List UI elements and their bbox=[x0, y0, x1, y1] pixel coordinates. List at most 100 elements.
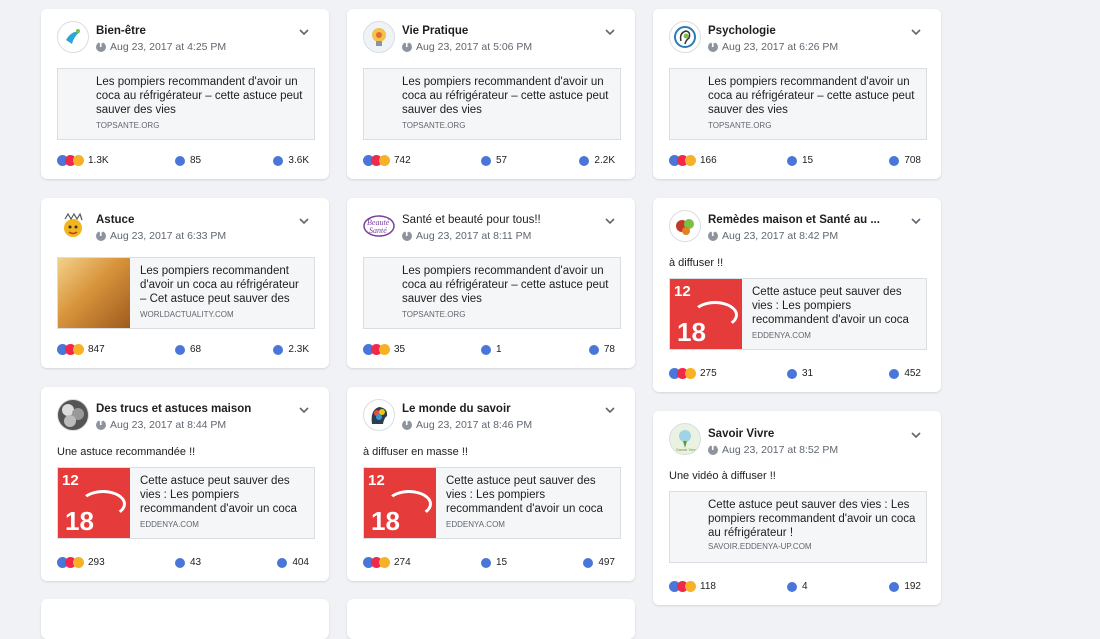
post-message: Une astuce recommandée !! bbox=[57, 446, 196, 458]
link-title: Les pompiers recommandent d'avoir un coc… bbox=[96, 76, 303, 116]
reaction-count: 35 bbox=[394, 344, 406, 355]
comment-icon bbox=[481, 344, 491, 355]
chevron-down-icon[interactable] bbox=[603, 214, 617, 228]
link-preview[interactable]: 12 18 Cette astuce peut sauver des vies :… bbox=[669, 278, 927, 350]
comment-icon bbox=[175, 344, 185, 355]
facebook-icon bbox=[708, 229, 718, 241]
page-avatar[interactable]: Savoir Vivre bbox=[669, 423, 701, 455]
comment-icon bbox=[175, 557, 185, 568]
post-stats: 847 68 2.3K bbox=[57, 344, 313, 358]
reactions-icon bbox=[363, 557, 390, 568]
post-card: Astuce Aug 23, 2017 at 6:33 PM Les pompi… bbox=[41, 198, 329, 368]
link-preview[interactable]: Les pompiers recommandent d'avoir un coc… bbox=[57, 68, 315, 140]
post-date[interactable]: Aug 23, 2017 at 6:26 PM bbox=[722, 41, 838, 53]
chevron-down-icon[interactable] bbox=[909, 25, 923, 39]
post-card: Savoir Vivre Savoir Vivre Aug 23, 2017 a… bbox=[653, 411, 941, 605]
page-avatar[interactable] bbox=[57, 399, 89, 431]
page-name[interactable]: Vie Pratique bbox=[402, 25, 468, 37]
reactions-icon bbox=[363, 344, 390, 355]
facebook-icon bbox=[96, 229, 106, 241]
comment-count: 1 bbox=[496, 344, 502, 355]
page-avatar[interactable] bbox=[669, 21, 701, 53]
reaction-count: 166 bbox=[700, 155, 717, 166]
page-name[interactable]: Santé et beauté pour tous!! bbox=[402, 214, 541, 226]
post-card: Vie Pratique Aug 23, 2017 at 5:06 PM Les… bbox=[347, 9, 635, 179]
share-icon bbox=[889, 155, 900, 166]
link-preview[interactable]: Les pompiers recommandent d'avoir un coc… bbox=[669, 68, 927, 140]
post-date[interactable]: Aug 23, 2017 at 5:06 PM bbox=[416, 41, 532, 53]
comment-count: 15 bbox=[802, 155, 814, 166]
post-date[interactable]: Aug 23, 2017 at 8:42 PM bbox=[722, 230, 838, 242]
page-name[interactable]: Remèdes maison et Santé au ... bbox=[708, 214, 880, 226]
page-name[interactable]: Savoir Vivre bbox=[708, 428, 774, 440]
reactions-icon bbox=[57, 344, 84, 355]
link-domain: TOPSANTE.ORG bbox=[708, 121, 772, 130]
comment-icon bbox=[481, 155, 491, 166]
facebook-icon bbox=[402, 418, 412, 430]
comment-count: 15 bbox=[496, 557, 508, 568]
comment-count: 57 bbox=[496, 155, 508, 166]
post-card: Psychologie Aug 23, 2017 at 6:26 PM Les … bbox=[653, 9, 941, 179]
post-card: Bien-être Aug 23, 2017 at 4:25 PM Les po… bbox=[41, 9, 329, 179]
page-name[interactable]: Le monde du savoir bbox=[402, 403, 511, 415]
chevron-down-icon[interactable] bbox=[603, 403, 617, 417]
link-preview[interactable]: 12 18 Cette astuce peut sauver des vies :… bbox=[57, 467, 315, 539]
link-title: Les pompiers recommandent d'avoir un coc… bbox=[402, 76, 609, 116]
facebook-icon bbox=[402, 40, 412, 52]
chevron-down-icon[interactable] bbox=[909, 428, 923, 442]
link-thumbnail bbox=[58, 258, 130, 328]
link-title: Cette astuce peut sauver des vies : Les … bbox=[140, 475, 297, 515]
reactions-icon bbox=[57, 155, 84, 166]
link-preview[interactable]: Les pompiers recommandent d'avoir un coc… bbox=[363, 68, 621, 140]
page-avatar[interactable] bbox=[57, 210, 89, 242]
link-domain: EDDENYA.COM bbox=[140, 520, 199, 529]
reaction-count: 847 bbox=[88, 344, 105, 355]
link-preview[interactable]: Les pompiers recommandent d'avoir un coc… bbox=[363, 257, 621, 329]
reaction-count: 742 bbox=[394, 155, 411, 166]
page-avatar[interactable]: Beauté Santé bbox=[363, 210, 395, 242]
comment-count: 4 bbox=[802, 581, 808, 592]
link-title: Cette astuce peut sauver des vies : Les … bbox=[752, 286, 909, 326]
reaction-count: 293 bbox=[88, 557, 105, 568]
share-icon bbox=[889, 368, 900, 379]
comment-icon bbox=[481, 557, 491, 568]
facebook-icon bbox=[708, 40, 718, 52]
post-date[interactable]: Aug 23, 2017 at 8:44 PM bbox=[110, 419, 226, 431]
link-domain: EDDENYA.COM bbox=[446, 520, 505, 529]
post-card: Le monde du savoir Aug 23, 2017 at 8:46 … bbox=[347, 387, 635, 581]
post-date[interactable]: Aug 23, 2017 at 8:52 PM bbox=[722, 444, 838, 456]
post-card bbox=[41, 599, 329, 639]
link-domain: WORLDACTUALITY.COM bbox=[140, 310, 234, 319]
link-preview[interactable]: Cette astuce peut sauver des vies : Les … bbox=[669, 491, 927, 563]
link-preview[interactable]: 12 18 Cette astuce peut sauver des vies :… bbox=[363, 467, 621, 539]
post-date[interactable]: Aug 23, 2017 at 6:33 PM bbox=[110, 230, 226, 242]
share-count: 2.2K bbox=[594, 155, 615, 166]
chevron-down-icon[interactable] bbox=[909, 214, 923, 228]
page-avatar[interactable] bbox=[57, 21, 89, 53]
post-stats: 118 4 192 bbox=[669, 581, 925, 595]
reactions-icon bbox=[363, 155, 390, 166]
link-domain: EDDENYA.COM bbox=[752, 331, 811, 340]
link-domain: TOPSANTE.ORG bbox=[96, 121, 160, 130]
share-icon bbox=[273, 344, 284, 355]
link-domain: SAVOIR.EDDENYA-UP.COM bbox=[708, 542, 812, 551]
chevron-down-icon[interactable] bbox=[297, 403, 311, 417]
chevron-down-icon[interactable] bbox=[603, 25, 617, 39]
post-stats: 742 57 2.2K bbox=[363, 155, 619, 169]
link-title: Les pompiers recommandent d'avoir un coc… bbox=[708, 76, 915, 116]
page-name[interactable]: Des trucs et astuces maison bbox=[96, 403, 251, 415]
post-date[interactable]: Aug 23, 2017 at 8:11 PM bbox=[416, 230, 531, 242]
page-name[interactable]: Astuce bbox=[96, 214, 134, 226]
page-name[interactable]: Psychologie bbox=[708, 25, 776, 37]
page-avatar[interactable] bbox=[363, 399, 395, 431]
link-thumbnail: 12 18 bbox=[670, 279, 742, 349]
page-name[interactable]: Bien-être bbox=[96, 25, 146, 37]
page-avatar[interactable] bbox=[669, 210, 701, 242]
page-avatar[interactable] bbox=[363, 21, 395, 53]
post-date[interactable]: Aug 23, 2017 at 8:46 PM bbox=[416, 419, 532, 431]
chevron-down-icon[interactable] bbox=[297, 25, 311, 39]
share-count: 2.3K bbox=[288, 344, 309, 355]
chevron-down-icon[interactable] bbox=[297, 214, 311, 228]
link-preview[interactable]: Les pompiers recommandent d'avoir un coc… bbox=[57, 257, 315, 329]
post-date[interactable]: Aug 23, 2017 at 4:25 PM bbox=[110, 41, 226, 53]
